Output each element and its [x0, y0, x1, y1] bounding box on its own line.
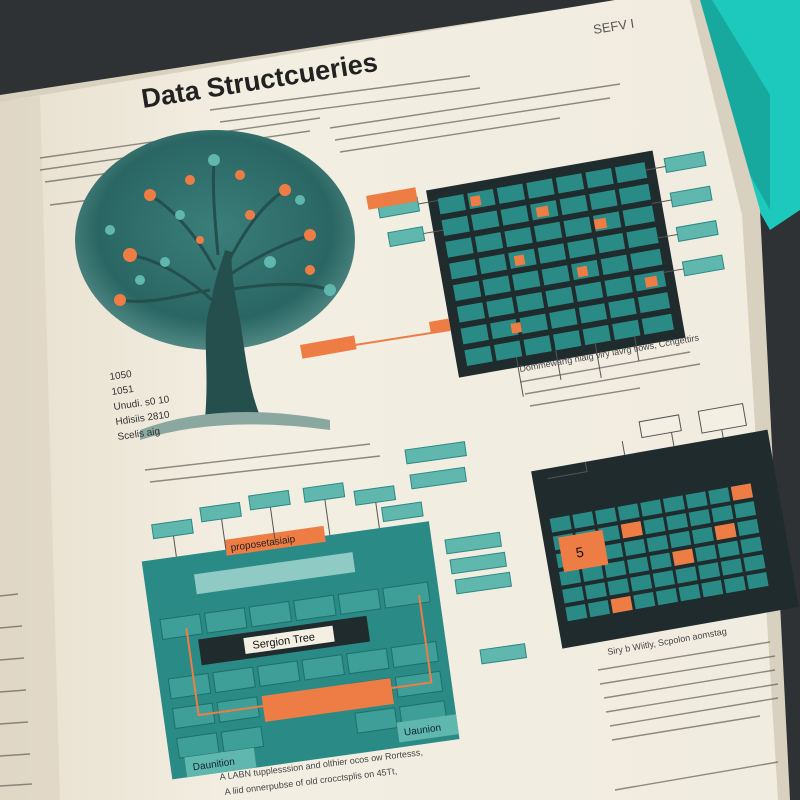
book-photo: Data Structcueries SEFV I 1050 1051 Unud… — [0, 0, 800, 800]
